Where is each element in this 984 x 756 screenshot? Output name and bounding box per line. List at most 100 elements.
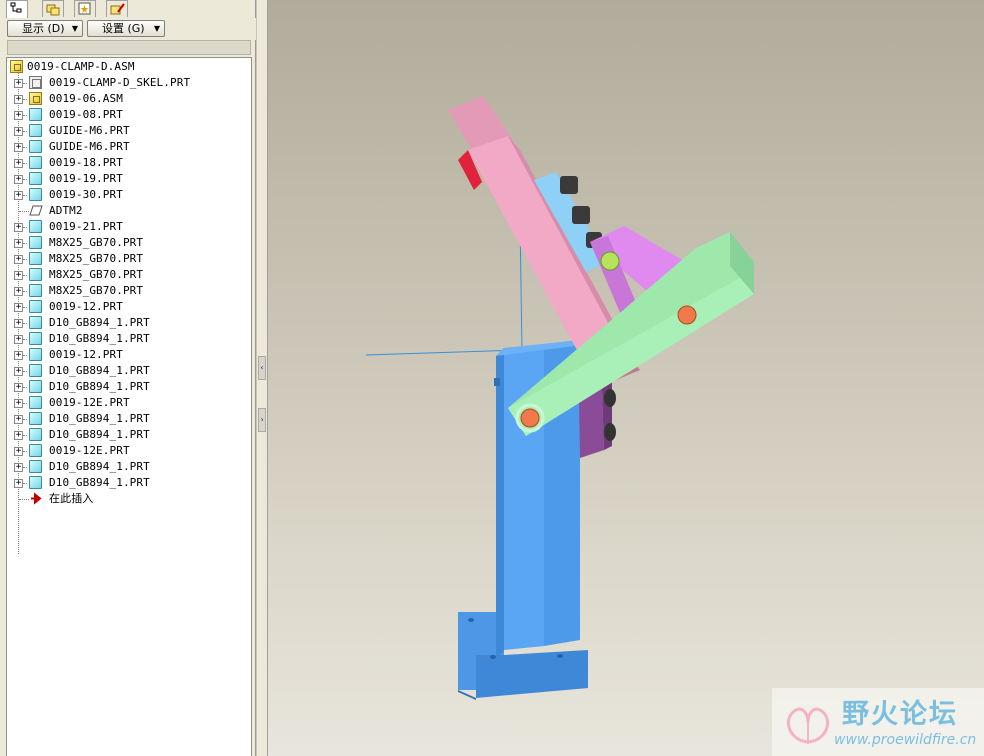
expand-node-icon[interactable]: +	[14, 399, 23, 408]
tree-connector	[23, 147, 27, 148]
expand-node-icon[interactable]: +	[14, 95, 23, 104]
tree-item[interactable]: + D10_GB894_1.PRT	[7, 331, 247, 347]
tree-item[interactable]: +0019-18.PRT	[7, 155, 247, 171]
expand-node-icon[interactable]: +	[14, 143, 23, 152]
tree-item[interactable]: + D10_GB894_1.PRT	[7, 475, 247, 491]
tree-item[interactable]: +0019-21.PRT	[7, 219, 247, 235]
tab-favorites[interactable]	[74, 0, 96, 17]
part-icon	[29, 428, 42, 441]
tree-item[interactable]: +0019-19.PRT	[7, 171, 247, 187]
tree-item-label: 0019-12E.PRT	[49, 444, 130, 457]
tree-item-label: D10_GB894_1.PRT	[49, 476, 150, 489]
expand-node-icon[interactable]: +	[14, 111, 23, 120]
tree-item-label: 0019-30.PRT	[49, 188, 123, 201]
tree-connector	[23, 115, 27, 116]
expand-node-icon[interactable]: +	[14, 175, 23, 184]
part-icon	[29, 444, 42, 457]
expand-node-icon[interactable]: +	[14, 479, 23, 488]
tree-item[interactable]: + M8X25_GB70.PRT	[7, 283, 247, 299]
expand-node-icon[interactable]: +	[14, 159, 23, 168]
tree-item[interactable]: +0019-08.PRT	[7, 107, 247, 123]
tree-item[interactable]: +0019-06.ASM	[7, 91, 247, 107]
expand-node-icon[interactable]: +	[14, 415, 23, 424]
tree-item[interactable]: + D10_GB894_1.PRT	[7, 315, 247, 331]
tree-column-header[interactable]	[7, 40, 251, 55]
tree-toolbar: 显示 (D) ▼ 设置 (G) ▼	[0, 18, 256, 40]
expand-node-icon[interactable]: +	[14, 191, 23, 200]
chevron-down-icon: ▼	[71, 24, 78, 33]
tree-item[interactable]: ADTM2	[7, 203, 247, 219]
tree-item[interactable]: + M8X25_GB70.PRT	[7, 235, 247, 251]
expand-node-icon[interactable]: +	[14, 303, 23, 312]
show-dropdown[interactable]: 显示 (D) ▼	[7, 20, 83, 37]
navigator-tabs	[0, 0, 256, 18]
part-icon	[29, 156, 42, 169]
tree-item-label: ADTM2	[49, 204, 83, 217]
expand-node-icon[interactable]: +	[14, 367, 23, 376]
tree-connector	[19, 211, 29, 212]
tree-connector	[23, 467, 27, 468]
clamp-3d-model[interactable]	[268, 0, 984, 756]
tree-item[interactable]: + D10_GB894_1.PRT	[7, 459, 247, 475]
expand-node-icon[interactable]: +	[14, 319, 23, 328]
expand-node-icon[interactable]: +	[14, 223, 23, 232]
tree-item[interactable]: +0019-12.PRT	[7, 299, 247, 315]
tree-item-label: M8X25_GB70.PRT	[49, 236, 144, 249]
expand-node-icon[interactable]: +	[14, 287, 23, 296]
expand-node-icon[interactable]: +	[14, 255, 23, 264]
expand-node-icon[interactable]: +	[14, 127, 23, 136]
part-icon	[29, 284, 42, 297]
tree-item[interactable]: +0019-30.PRT	[7, 187, 247, 203]
tree-item[interactable]: +0019-12E.PRT	[7, 395, 247, 411]
part-icon	[29, 108, 42, 121]
expand-node-icon[interactable]: +	[14, 271, 23, 280]
tree-connector	[23, 387, 27, 388]
tree-item[interactable]: + M8X25_GB70.PRT	[7, 267, 247, 283]
part-icon	[29, 460, 42, 473]
tree-item-label: D10_GB894_1.PRT	[49, 316, 150, 329]
part-icon	[29, 300, 42, 313]
tree-item[interactable]: +0019-12E.PRT	[7, 443, 247, 459]
tree-item-label: 0019-06.ASM	[49, 92, 123, 105]
expand-node-icon[interactable]: +	[14, 351, 23, 360]
tree-item-label: D10_GB894_1.PRT	[49, 332, 150, 345]
tree-item[interactable]: +0019-12.PRT	[7, 347, 247, 363]
tree-item-label: M8X25_GB70.PRT	[49, 252, 144, 265]
tree-item[interactable]: + M8X25_GB70.PRT	[7, 251, 247, 267]
part-icon	[29, 476, 42, 489]
settings-dropdown-label: 设置 (G)	[102, 22, 145, 35]
tab-model-tree[interactable]	[6, 0, 28, 18]
expand-node-icon[interactable]: +	[14, 383, 23, 392]
tree-item-label: 0019-19.PRT	[49, 172, 123, 185]
part-icon	[29, 220, 42, 233]
assembly-icon	[29, 92, 42, 105]
expand-node-icon[interactable]: +	[14, 239, 23, 248]
expand-node-icon[interactable]: +	[14, 79, 23, 88]
tree-connector	[19, 499, 29, 500]
tab-connections[interactable]	[106, 0, 128, 17]
tree-item[interactable]: + GUIDE-M6.PRT	[7, 123, 247, 139]
collapse-left-icon[interactable]: ‹	[258, 356, 266, 380]
tree-item[interactable]: + D10_GB894_1.PRT	[7, 363, 247, 379]
tree-connector	[23, 307, 27, 308]
graphics-window[interactable]: 野火论坛 www.proewildfire.cn	[268, 0, 984, 756]
insert-here-item[interactable]: 在此插入	[7, 491, 247, 507]
tree-item[interactable]: + GUIDE-M6.PRT	[7, 139, 247, 155]
tree-connector	[23, 99, 27, 100]
tree-item[interactable]: +0019-CLAMP-D_SKEL.PRT	[7, 75, 247, 91]
tree-root[interactable]: 0019-CLAMP-D.ASM	[7, 59, 247, 75]
expand-node-icon[interactable]: +	[14, 463, 23, 472]
tree-item[interactable]: + D10_GB894_1.PRT	[7, 411, 247, 427]
expand-right-icon[interactable]: ›	[258, 408, 266, 432]
tree-connector	[23, 275, 27, 276]
tab-folder-browser[interactable]	[42, 0, 64, 17]
settings-dropdown[interactable]: 设置 (G) ▼	[87, 20, 165, 37]
expand-node-icon[interactable]: +	[14, 447, 23, 456]
panel-splitter[interactable]: ‹ ›	[256, 0, 268, 756]
expand-node-icon[interactable]: +	[14, 431, 23, 440]
model-tree-panel: 显示 (D) ▼ 设置 (G) ▼ 0019-CLAMP-D.ASM +0019…	[0, 0, 256, 756]
expand-node-icon[interactable]: +	[14, 335, 23, 344]
tree-item[interactable]: + D10_GB894_1.PRT	[7, 427, 247, 443]
favorites-icon	[78, 2, 91, 15]
tree-item[interactable]: + D10_GB894_1.PRT	[7, 379, 247, 395]
